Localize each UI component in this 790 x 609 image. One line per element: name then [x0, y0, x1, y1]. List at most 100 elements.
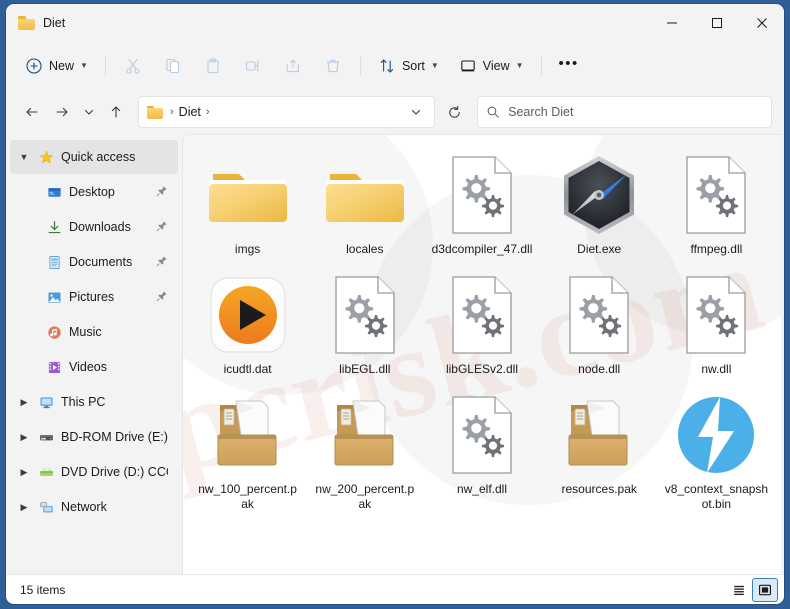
folder-icon [205, 149, 291, 241]
view-button[interactable]: View ▼ [450, 50, 533, 82]
download-icon [46, 219, 63, 236]
trash-icon [326, 59, 340, 73]
more-options-button[interactable]: ••• [550, 50, 588, 82]
file-item[interactable]: d3dcompiler_47.dll [423, 143, 540, 261]
chevron-right-icon[interactable]: ▶ [16, 397, 32, 408]
file-name: Diet.exe [577, 242, 622, 256]
folder-icon [147, 105, 163, 119]
chevron-right-icon[interactable]: ▶ [16, 432, 32, 443]
maximize-button[interactable] [694, 4, 739, 42]
file-item[interactable]: ffmpeg.dll [658, 143, 775, 261]
chevron-down-icon: ▼ [80, 61, 88, 70]
sidebar-item-dvd-drive[interactable]: ▶ DVD Drive (D:) CCCC [10, 455, 178, 489]
refresh-icon [448, 105, 460, 118]
breadcrumb-separator-2: › [205, 106, 210, 118]
file-name: libGLESv2.dll [445, 362, 519, 376]
file-name: node.dll [578, 362, 621, 376]
forward-button[interactable] [48, 98, 76, 126]
sidebar-item-music[interactable]: Music [10, 315, 178, 349]
minimize-button[interactable] [649, 4, 694, 42]
file-item[interactable]: locales [306, 143, 423, 261]
sidebar-item-desktop[interactable]: Desktop [10, 175, 178, 209]
large-icons-view-icon [759, 584, 771, 595]
address-bar: › Diet › Search Diet [6, 90, 784, 134]
breadcrumb-dropdown-button[interactable] [404, 98, 428, 126]
file-item[interactable]: icudtl.dat [189, 263, 306, 381]
back-button[interactable] [18, 98, 46, 126]
dll-gears-icon [556, 269, 642, 361]
bdrom-icon [38, 429, 55, 446]
file-item[interactable]: nw_200_percent.pak [306, 383, 423, 516]
list-view-button[interactable] [726, 578, 752, 602]
search-icon [487, 106, 499, 118]
file-item[interactable]: libEGL.dll [306, 263, 423, 381]
arrow-left-icon [26, 107, 38, 117]
explorer-body: ▼ Quick access Desktop Downloads Documen… [6, 134, 784, 574]
window-controls [649, 4, 784, 42]
dll-gears-icon [439, 149, 525, 241]
chevron-right-icon[interactable]: ▶ [16, 467, 32, 478]
chevron-down-icon[interactable]: ▼ [16, 152, 32, 162]
file-item[interactable]: Diet.exe [541, 143, 658, 261]
file-item[interactable]: node.dll [541, 263, 658, 381]
breadcrumb-item-diet[interactable]: Diet [179, 105, 201, 119]
sidebar-item-quick-access[interactable]: ▼ Quick access [10, 140, 178, 174]
share-button[interactable] [274, 50, 312, 82]
sidebar-item-bd-rom-drive[interactable]: ▶ BD-ROM Drive (E:) C [10, 420, 178, 454]
dll-gears-icon [439, 269, 525, 361]
cut-button[interactable] [114, 50, 152, 82]
search-input[interactable]: Search Diet [508, 105, 573, 119]
file-item[interactable]: v8_context_snapshot.bin [658, 383, 775, 516]
file-name: locales [346, 242, 384, 256]
sidebar-item-network[interactable]: ▶ Network [10, 490, 178, 524]
sidebar-item-downloads[interactable]: Downloads [10, 210, 178, 244]
file-item[interactable]: libGLESv2.dll [423, 263, 540, 381]
file-name: ffmpeg.dll [690, 242, 743, 256]
pin-icon[interactable] [156, 185, 168, 200]
sidebar-item-pictures[interactable]: Pictures [10, 280, 178, 314]
status-bar: 15 items [6, 574, 784, 604]
dll-gears-icon [673, 149, 759, 241]
plus-circle-icon [26, 58, 42, 74]
sidebar-item-label: DVD Drive (D:) CCCC [61, 465, 168, 479]
rename-button[interactable] [234, 50, 272, 82]
file-name: nw.dll [701, 362, 732, 376]
chevron-down-icon [412, 109, 421, 115]
command-bar: New ▼ Sort ▼ View ▼ ••• [6, 42, 784, 90]
dvd-icon [38, 464, 55, 481]
video-icon [46, 359, 63, 376]
new-button[interactable]: New ▼ [16, 50, 97, 82]
file-item[interactable]: imgs [189, 143, 306, 261]
file-list-pane[interactable]: pcrisk.com imgs locales d3dcompiler_47.d… [182, 134, 781, 574]
pin-icon[interactable] [156, 220, 168, 235]
sort-button[interactable]: Sort ▼ [369, 50, 448, 82]
recent-locations-button[interactable] [78, 98, 100, 126]
file-item[interactable]: nw_elf.dll [423, 383, 540, 516]
star-icon [38, 149, 55, 166]
pin-icon[interactable] [156, 255, 168, 270]
search-box[interactable]: Search Diet [477, 96, 773, 128]
window-title: Diet [43, 16, 66, 30]
refresh-button[interactable] [439, 96, 469, 128]
breadcrumb-bar[interactable]: › Diet › [138, 96, 436, 128]
large-icons-view-button[interactable] [752, 577, 778, 602]
copy-button[interactable] [154, 50, 192, 82]
up-button[interactable] [102, 98, 130, 126]
file-item[interactable]: nw_100_percent.pak [189, 383, 306, 516]
sidebar-item-documents[interactable]: Documents [10, 245, 178, 279]
sort-arrows-icon [380, 59, 393, 73]
list-view-icon [734, 585, 744, 595]
sidebar-item-this-pc[interactable]: ▶ This PC [10, 385, 178, 419]
close-button[interactable] [739, 4, 784, 42]
paste-button[interactable] [194, 50, 232, 82]
chevron-right-icon[interactable]: ▶ [16, 502, 32, 513]
delete-button[interactable] [314, 50, 352, 82]
toolbar-divider-3 [540, 56, 542, 76]
pin-icon[interactable] [156, 290, 168, 305]
file-item[interactable]: resources.pak [541, 383, 658, 516]
file-item[interactable]: nw.dll [658, 263, 775, 381]
breadcrumb-separator: › [170, 106, 174, 118]
rename-icon [245, 60, 259, 72]
sidebar-item-videos[interactable]: Videos [10, 350, 178, 384]
file-explorer-window: Diet New ▼ Sort ▼ View ▼ ••• › Diet › Se… [6, 4, 784, 604]
